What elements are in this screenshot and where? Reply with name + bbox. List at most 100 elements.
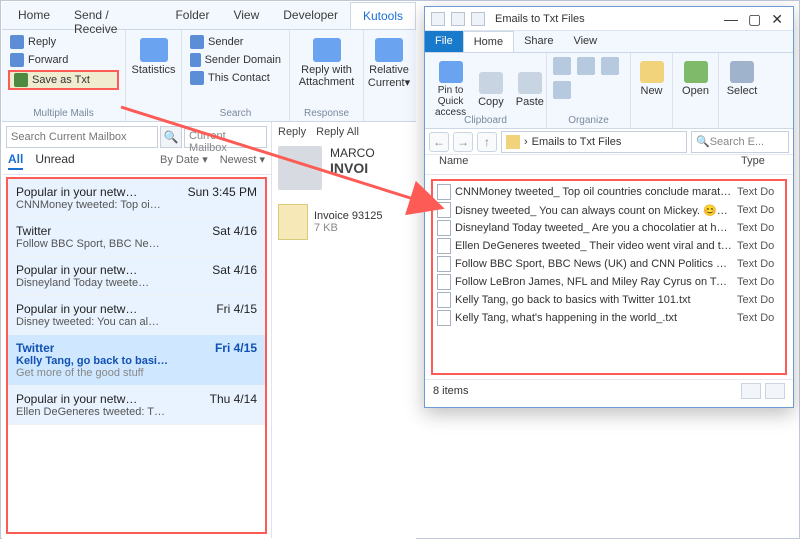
preview-sender: MARCO	[330, 146, 375, 160]
nav-back-button[interactable]: ←	[429, 132, 449, 152]
file-item[interactable]: Follow BBC Sport, BBC News (UK) and CNN …	[435, 255, 783, 273]
tab-view[interactable]: View	[563, 31, 607, 52]
new-folder-icon	[640, 61, 664, 83]
text-file-icon	[437, 310, 451, 326]
folder-icon	[506, 135, 520, 149]
statistics-button[interactable]: Statistics	[132, 34, 175, 80]
mail-list-pane: 🔍 Current Mailbox All Unread By Date ▾ N…	[2, 122, 272, 538]
text-file-icon	[437, 202, 451, 218]
mail-item[interactable]: Popular in your netw…Sat 4/16 Disneyland…	[8, 257, 265, 296]
file-item[interactable]: Disney tweeted_ You can always count on …	[435, 201, 783, 219]
forward-label: Forward	[28, 54, 68, 66]
preview-reply-all-button[interactable]: Reply All	[316, 126, 359, 138]
tab-send-receive[interactable]: Send / Receive	[62, 2, 163, 29]
move-to-icon[interactable]	[553, 57, 571, 75]
copy-button[interactable]: Copy	[474, 57, 508, 122]
filter-all[interactable]: All	[8, 152, 23, 170]
pin-quick-access-button[interactable]: Pin to Quick access	[431, 57, 470, 122]
view-details-button[interactable]	[741, 383, 761, 399]
nav-up-button[interactable]: ↑	[477, 132, 497, 152]
save-as-txt-button[interactable]: Save as Txt	[8, 70, 119, 90]
select-button[interactable]: Select	[725, 57, 759, 101]
file-item[interactable]: Disneyland Today tweeted_ Are you a choc…	[435, 219, 783, 237]
tab-share[interactable]: Share	[514, 31, 563, 52]
maximize-button[interactable]: ▢	[748, 12, 761, 26]
save-as-txt-label: Save as Txt	[32, 74, 90, 86]
pin-icon	[439, 61, 463, 83]
search-input[interactable]	[6, 126, 158, 148]
tab-developer[interactable]: Developer	[271, 2, 350, 29]
reply-with-attachment-button[interactable]: Reply with Attachment	[296, 34, 357, 92]
tab-home[interactable]: Home	[6, 2, 62, 29]
text-file-icon	[437, 256, 451, 272]
folder-icon	[431, 12, 445, 26]
address-bar[interactable]: › Emails to Txt Files	[501, 131, 687, 153]
tab-folder[interactable]: Folder	[163, 2, 221, 29]
col-name[interactable]: Name	[425, 155, 741, 174]
file-item[interactable]: Follow LeBron James, NFL and Miley Ray C…	[435, 273, 783, 291]
search-domain-button[interactable]: Sender Domain	[188, 52, 283, 68]
file-item[interactable]: CNNMoney tweeted_ Top oil countries conc…	[435, 183, 783, 201]
text-file-icon	[437, 274, 451, 290]
mail-list: Popular in your netw…Sun 3:45 PM CNNMone…	[6, 177, 267, 534]
text-file-icon	[437, 184, 451, 200]
attachment[interactable]: Invoice 93125 7 KB	[278, 204, 410, 240]
search-sender-button[interactable]: Sender	[188, 34, 283, 50]
view-thumbnails-button[interactable]	[765, 383, 785, 399]
col-type[interactable]: Type	[741, 155, 793, 174]
paste-button[interactable]: Paste	[512, 57, 548, 122]
response-group-title: Response	[290, 108, 363, 119]
open-icon	[684, 61, 708, 83]
delete-icon[interactable]	[601, 57, 619, 75]
file-item[interactable]: Ellen DeGeneres tweeted_ Their video wen…	[435, 237, 783, 255]
new-button[interactable]: New	[637, 57, 666, 101]
text-file-icon	[437, 220, 451, 236]
clipboard-group-title: Clipboard	[425, 115, 546, 126]
explorer-search-input[interactable]: 🔍 Search E...	[691, 131, 789, 153]
organize-group-title: Organize	[547, 115, 630, 126]
preview-reply-button[interactable]: Reply	[278, 126, 306, 138]
text-file-icon	[437, 238, 451, 254]
nav-forward-button[interactable]: →	[453, 132, 473, 152]
file-item[interactable]: Kelly Tang, what's happening in the worl…	[435, 309, 783, 327]
outlook-window: HomeSend / ReceiveFolderViewDeveloperKut…	[2, 2, 416, 539]
mail-item[interactable]: TwitterFri 4/15 Kelly Tang, go back to b…	[8, 335, 265, 386]
breadcrumb: Emails to Txt Files	[532, 136, 622, 148]
attachment-size: 7 KB	[314, 222, 383, 234]
copy-to-icon[interactable]	[577, 57, 595, 75]
sort-newest[interactable]: Newest ▾	[220, 153, 265, 166]
attachment-name: Invoice 93125	[314, 210, 383, 222]
statistics-label: Statistics	[132, 64, 176, 76]
status-text: 8 items	[433, 385, 468, 397]
relative-current-button[interactable]: Relative Current▾	[370, 34, 408, 93]
tab-file[interactable]: File	[425, 31, 463, 52]
rename-icon[interactable]	[553, 81, 571, 99]
zip-icon	[278, 204, 308, 240]
select-icon	[730, 61, 754, 83]
mail-item[interactable]: Popular in your netw…Thu 4/14 Ellen DeGe…	[8, 386, 265, 425]
minimize-button[interactable]: —	[724, 12, 738, 26]
sort-by-date[interactable]: By Date ▾	[160, 153, 208, 166]
qat-icon[interactable]	[451, 12, 465, 26]
search-contact-button[interactable]: This Contact	[188, 70, 283, 86]
qat-icon[interactable]	[471, 12, 485, 26]
copy-icon	[479, 72, 503, 94]
search-icon[interactable]: 🔍	[160, 126, 182, 148]
filter-unread[interactable]: Unread	[35, 152, 74, 166]
tab-home[interactable]: Home	[463, 31, 514, 52]
quick-access-toolbar	[425, 12, 491, 26]
search-scope-dropdown[interactable]: Current Mailbox	[184, 126, 267, 148]
avatar	[278, 146, 322, 190]
mail-item[interactable]: TwitterSat 4/16 Follow BBC Sport, BBC Ne…	[8, 218, 265, 257]
outlook-ribbon: Reply Forward Save as Txt Multiple Mails…	[2, 30, 416, 122]
mail-item[interactable]: Popular in your netw…Fri 4/15 Disney twe…	[8, 296, 265, 335]
mail-item[interactable]: Popular in your netw…Sun 3:45 PM CNNMone…	[8, 179, 265, 218]
outlook-tabstrip: HomeSend / ReceiveFolderViewDeveloperKut…	[2, 2, 416, 30]
reply-button[interactable]: Reply	[8, 34, 119, 50]
file-item[interactable]: Kelly Tang, go back to basics with Twitt…	[435, 291, 783, 309]
close-button[interactable]: ✕	[771, 12, 783, 26]
tab-kutools[interactable]: Kutools	[350, 2, 416, 29]
open-button[interactable]: Open	[679, 57, 712, 101]
forward-button[interactable]: Forward	[8, 52, 119, 68]
tab-view[interactable]: View	[221, 2, 271, 29]
